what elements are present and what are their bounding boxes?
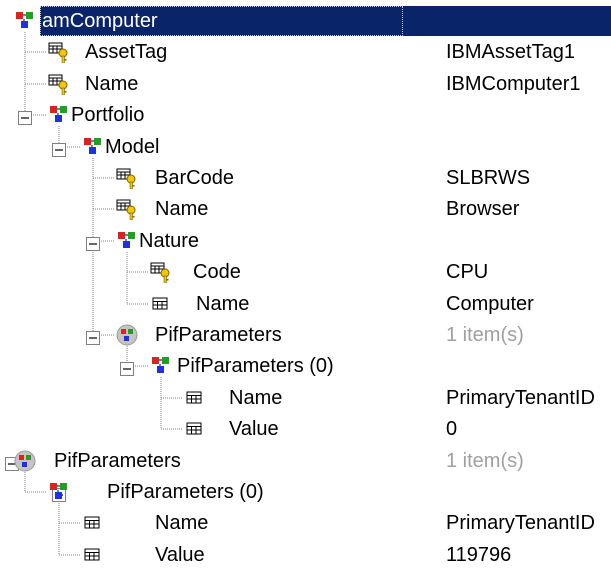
key-field-icon	[48, 73, 70, 96]
node-value: PrimaryTenantID	[446, 387, 595, 409]
expand-toggle-icon[interactable]	[18, 108, 32, 125]
field-icon	[150, 293, 172, 315]
tree-node[interactable]: PifParameters 1 item(s)	[0, 445, 611, 477]
tree-node[interactable]: Model	[0, 131, 611, 163]
collection-icon	[14, 450, 36, 472]
node-label: Code	[193, 261, 241, 283]
tree-node[interactable]: BarCode SLBRWS	[0, 162, 611, 194]
node-label: Model	[105, 136, 160, 158]
node-label: Portfolio	[71, 104, 145, 126]
field-icon	[82, 512, 104, 534]
tree-node[interactable]: Value 0	[0, 413, 611, 445]
field-icon	[184, 387, 206, 409]
node-value: 1 item(s)	[446, 324, 524, 346]
node-value: PrimaryTenantID	[446, 512, 595, 534]
node-value: Browser	[446, 198, 520, 220]
tree-node[interactable]: Portfolio	[0, 99, 611, 131]
key-field-icon	[116, 198, 138, 221]
node-label: Value	[155, 544, 205, 566]
tree-node-selected[interactable]: amComputer	[0, 5, 611, 37]
node-value: IBMComputer1	[446, 73, 581, 95]
key-field-icon	[150, 261, 172, 284]
node-value: 0	[446, 418, 458, 440]
tree-node[interactable]: Name IBMComputer1	[0, 68, 611, 100]
tree-node[interactable]: AssetTag IBMAssetTag1	[0, 36, 611, 68]
expand-toggle-icon[interactable]	[120, 359, 134, 376]
node-label: PifParameters	[155, 324, 282, 346]
node-value: CPU	[446, 261, 489, 283]
object-node-icon	[14, 10, 36, 32]
field-icon	[82, 544, 104, 566]
node-label: Nature	[139, 230, 200, 252]
collection-icon	[116, 324, 138, 346]
node-value: 119796	[446, 544, 512, 566]
tree-node[interactable]: Name PrimaryTenantID	[0, 507, 611, 539]
tree-node[interactable]: Value 119796	[0, 539, 611, 571]
node-label: Name	[155, 512, 209, 534]
object-node-icon	[82, 136, 104, 158]
node-label: BarCode	[155, 167, 234, 189]
tree-node[interactable]: Code CPU	[0, 256, 611, 288]
node-value: SLBRWS	[446, 167, 531, 189]
tree-node[interactable]: Name PrimaryTenantID	[0, 382, 611, 414]
key-field-icon	[116, 167, 138, 190]
node-label: Name	[229, 387, 283, 409]
object-node-icon	[150, 355, 172, 377]
node-label: amComputer	[42, 10, 158, 32]
node-label: PifParameters (0)	[107, 481, 264, 503]
tree-node[interactable]: PifParameters (0)	[0, 350, 611, 382]
node-label: Value	[229, 418, 279, 440]
node-label: Name	[85, 73, 139, 95]
node-label: Name	[155, 198, 209, 220]
node-label: Name	[196, 293, 250, 315]
node-value: 1 item(s)	[446, 450, 524, 472]
node-label: PifParameters (0)	[177, 355, 334, 377]
node-label: PifParameters	[54, 450, 181, 472]
tree-node[interactable]: PifParameters (0)	[0, 476, 611, 508]
expand-toggle-icon[interactable]	[52, 140, 66, 157]
node-label: AssetTag	[85, 41, 168, 63]
object-node-icon	[116, 230, 138, 252]
node-value: IBMAssetTag1	[446, 41, 575, 63]
object-node-icon	[48, 104, 70, 126]
object-node-icon	[48, 481, 70, 503]
node-value: Computer	[446, 293, 534, 315]
property-tree: amComputer AssetTag IBMAssetTag1 Name IBMCom…	[0, 0, 611, 580]
tree-node[interactable]: Name Computer	[0, 288, 611, 320]
field-icon	[184, 418, 206, 440]
expand-toggle-icon[interactable]	[86, 328, 100, 345]
key-field-icon	[48, 41, 70, 64]
tree-node[interactable]: Nature	[0, 225, 611, 257]
tree-node[interactable]: PifParameters 1 item(s)	[0, 319, 611, 351]
tree-node[interactable]: Name Browser	[0, 193, 611, 225]
expand-toggle-icon[interactable]	[86, 234, 100, 251]
